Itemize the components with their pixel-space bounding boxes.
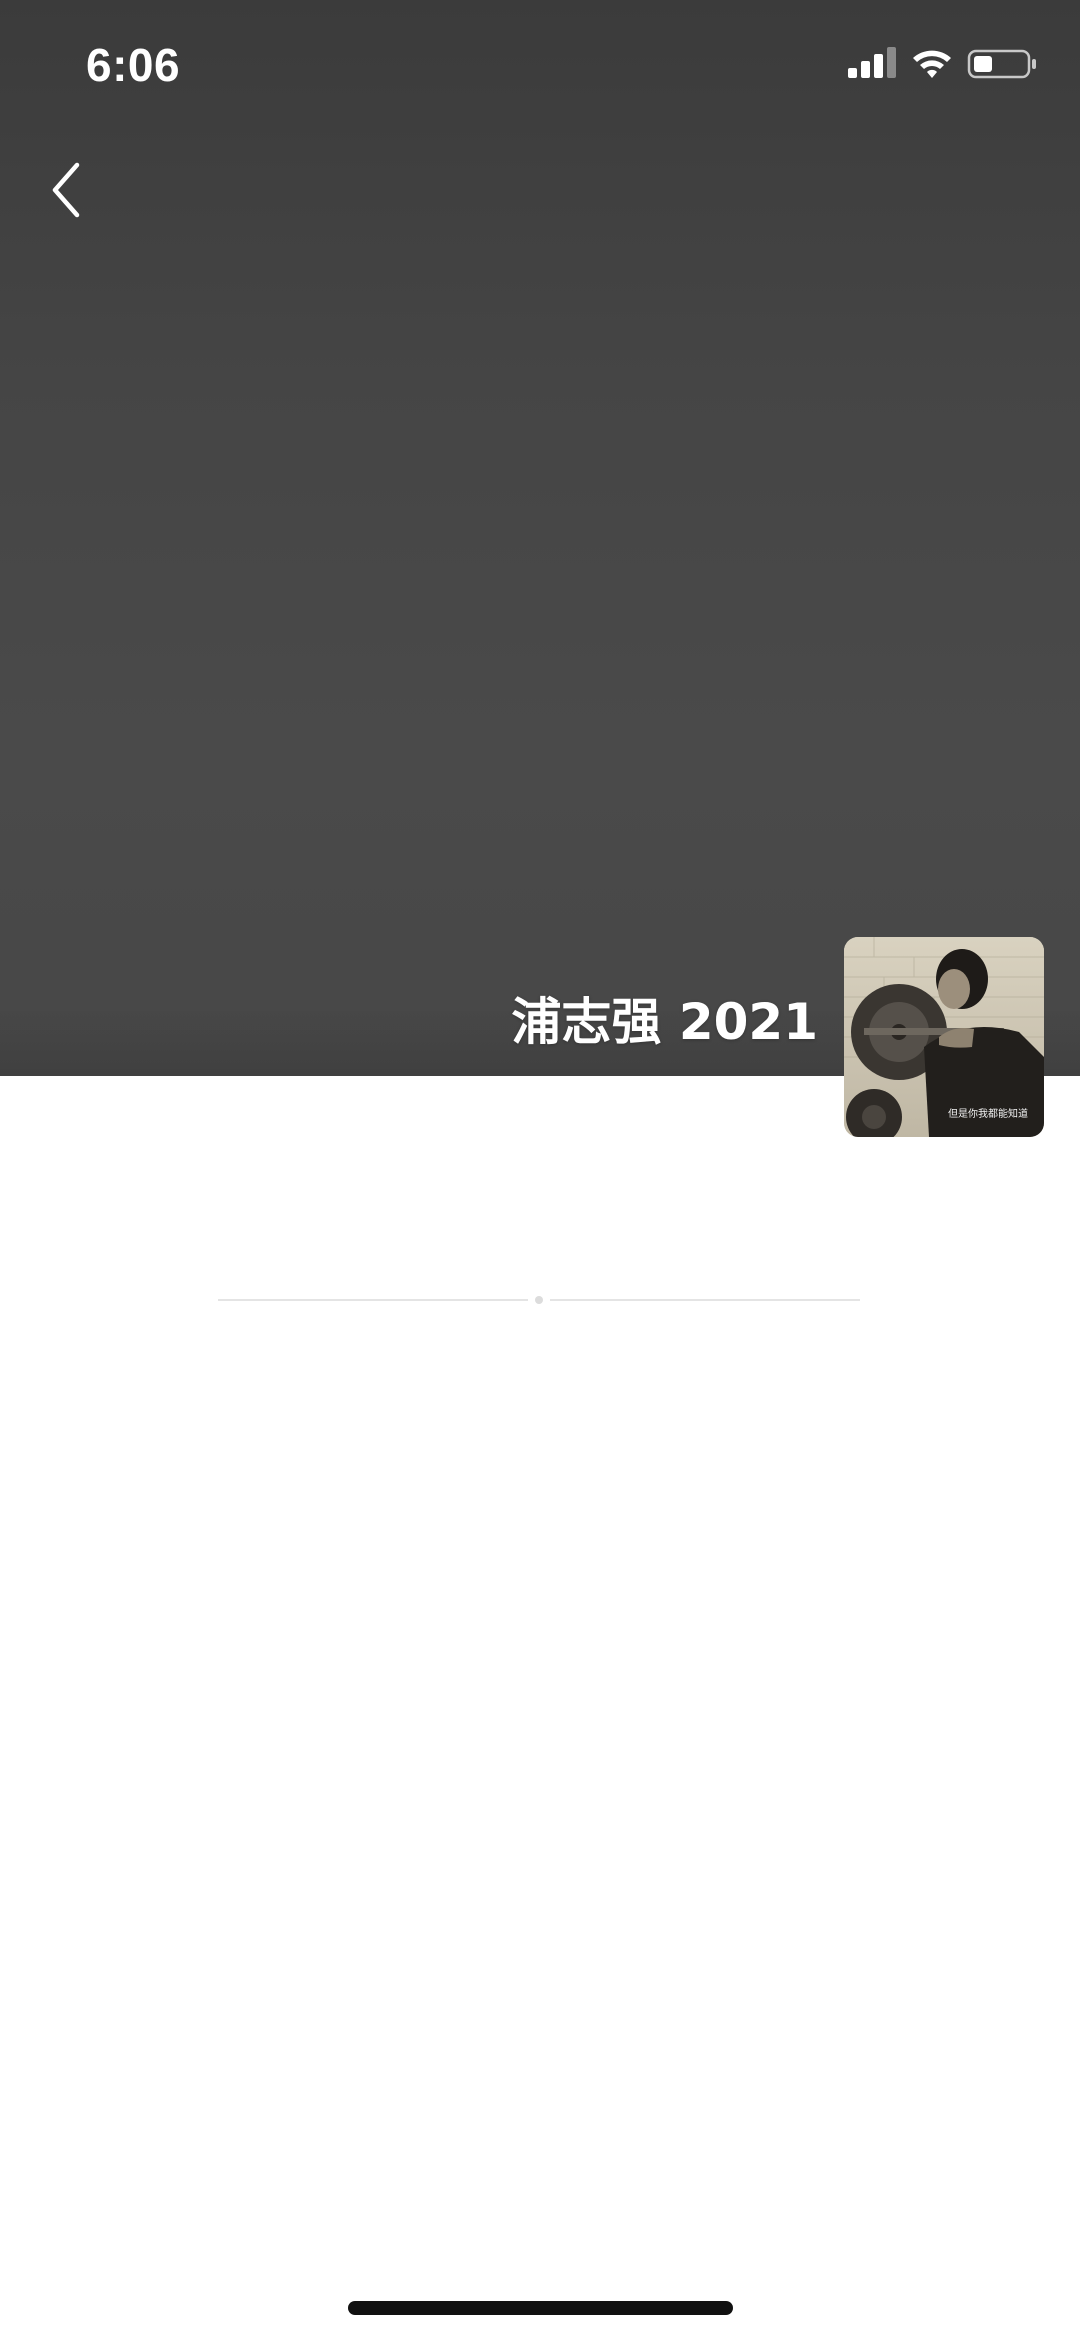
content-divider <box>218 1296 860 1304</box>
moments-profile-screen: 6:06 浦志强 2021 但是你我都能知道 <box>0 0 1080 2339</box>
avatar-photo: 但是你我都能知道 <box>844 937 1044 1137</box>
chevron-left-icon <box>52 162 80 218</box>
divider-line-left <box>218 1299 528 1301</box>
home-indicator[interactable] <box>348 2301 733 2315</box>
profile-name[interactable]: 浦志强 2021 <box>511 982 818 1054</box>
back-button[interactable] <box>36 150 96 230</box>
avatar[interactable]: 但是你我都能知道 <box>844 937 1044 1137</box>
status-bar: 6:06 <box>0 0 1080 130</box>
status-time: 6:06 <box>86 39 181 91</box>
cover-photo[interactable] <box>0 0 1080 1076</box>
divider-line-right <box>550 1299 860 1301</box>
battery-icon <box>967 49 1036 79</box>
wifi-icon <box>913 50 951 78</box>
avatar-caption: 但是你我都能知道 <box>948 1107 1028 1120</box>
status-icons <box>840 46 1040 86</box>
cellular-signal-icon <box>848 47 896 78</box>
divider-dot <box>535 1296 543 1304</box>
